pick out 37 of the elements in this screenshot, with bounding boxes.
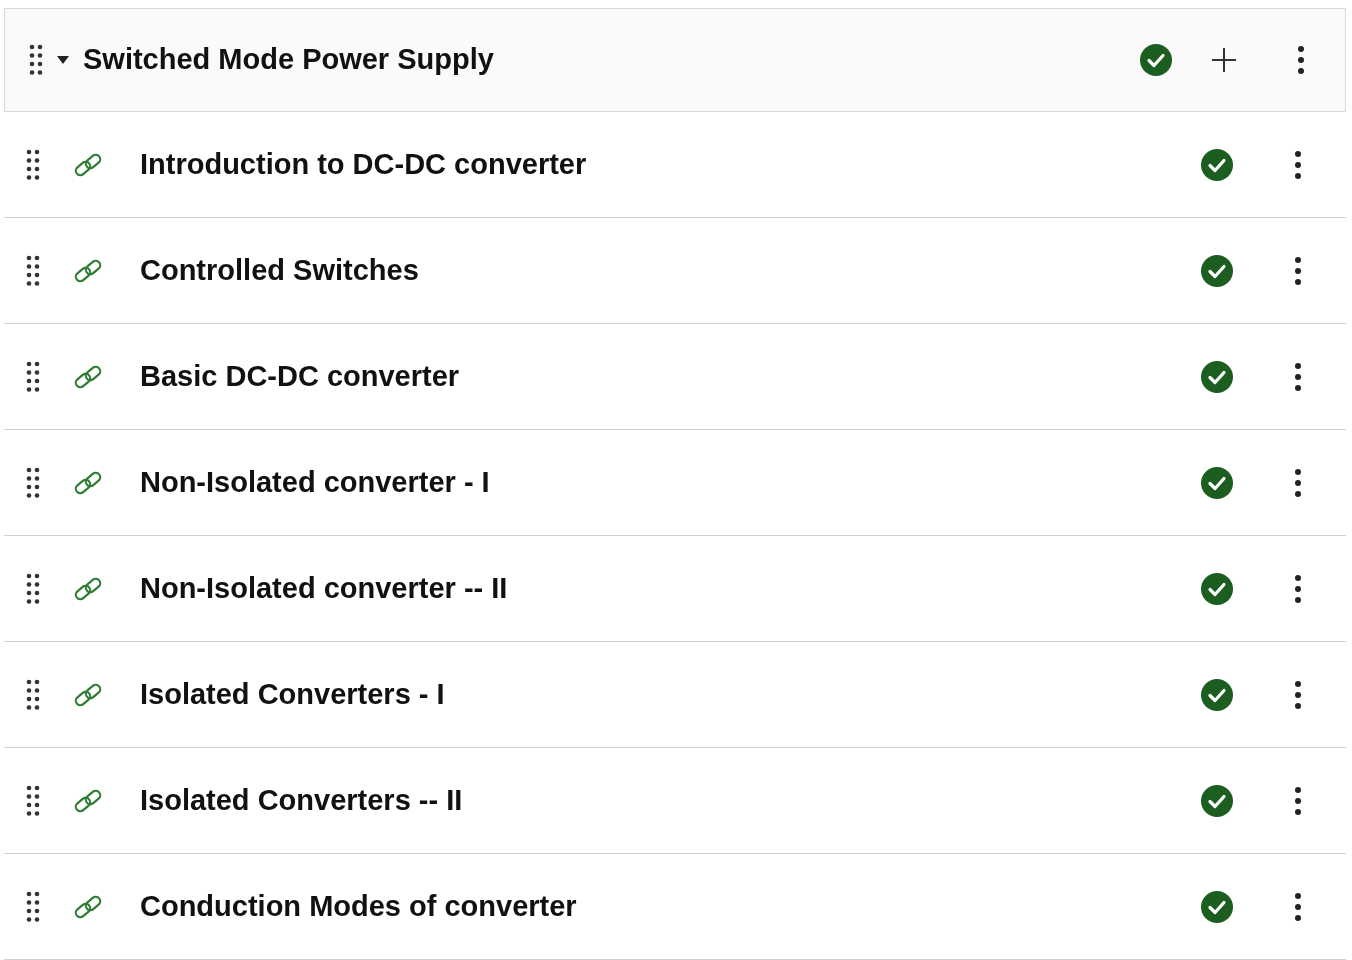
plus-icon[interactable]	[1211, 47, 1237, 73]
lesson-title[interactable]: Conduction Modes of converter	[140, 884, 1200, 929]
lesson-row[interactable]: Isolated Converters - I	[4, 642, 1346, 748]
more-options-icon[interactable]	[1294, 573, 1302, 604]
lesson-row[interactable]: Non-Isolated converter -- II	[4, 536, 1346, 642]
drag-handle-icon[interactable]	[26, 571, 40, 606]
section-title: Switched Mode Power Supply	[83, 42, 495, 78]
lesson-title[interactable]: Isolated Converters - I	[140, 672, 1200, 717]
more-options-icon[interactable]	[1294, 255, 1302, 286]
caret-down-icon[interactable]	[57, 56, 69, 64]
lesson-title[interactable]: Introduction to DC-DC converter	[140, 142, 1200, 187]
lesson-row[interactable]: Controlled Switches	[4, 218, 1346, 324]
drag-handle-icon[interactable]	[29, 43, 43, 77]
lesson-row[interactable]: Basic DC-DC converter	[4, 324, 1346, 430]
drag-handle-icon[interactable]	[26, 359, 40, 394]
more-options-icon[interactable]	[1294, 149, 1302, 180]
lesson-row[interactable]: Non-Isolated converter - I	[4, 430, 1346, 536]
lesson-title[interactable]: Controlled Switches	[140, 248, 1200, 293]
more-options-icon[interactable]	[1294, 891, 1302, 922]
lesson-title[interactable]: Non-Isolated converter -- II	[140, 566, 1200, 611]
drag-handle-icon[interactable]	[26, 253, 40, 288]
more-options-icon[interactable]	[1297, 45, 1305, 75]
drag-handle-icon[interactable]	[26, 465, 40, 500]
lesson-title[interactable]: Non-Isolated converter - I	[140, 460, 1200, 505]
more-options-icon[interactable]	[1294, 467, 1302, 498]
lesson-row[interactable]: Conduction Modes of converter	[4, 854, 1346, 960]
lesson-row[interactable]: Introduction to DC-DC converter	[4, 112, 1346, 218]
drag-handle-icon[interactable]	[26, 147, 40, 182]
more-options-icon[interactable]	[1294, 785, 1302, 816]
drag-handle-icon[interactable]	[26, 783, 40, 818]
more-options-icon[interactable]	[1294, 361, 1302, 392]
lesson-row[interactable]: Isolated Converters -- II	[4, 748, 1346, 854]
drag-handle-icon[interactable]	[26, 677, 40, 712]
more-options-icon[interactable]	[1294, 679, 1302, 710]
drag-handle-icon[interactable]	[26, 889, 40, 924]
lesson-title[interactable]: Basic DC-DC converter	[140, 354, 1200, 399]
lesson-title[interactable]: Isolated Converters -- II	[140, 778, 1200, 823]
